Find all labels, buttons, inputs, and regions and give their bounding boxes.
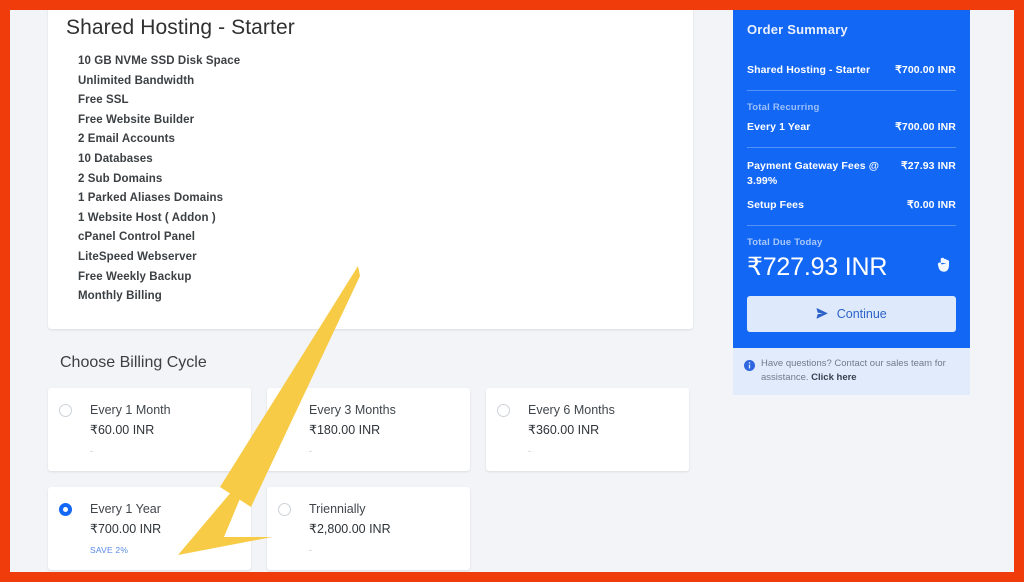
option-label: Every 1 Year bbox=[90, 501, 161, 516]
recurring-label: Every 1 Year bbox=[747, 121, 811, 133]
summary-item-label: Shared Hosting - Starter bbox=[747, 64, 871, 76]
fees-block: Payment Gateway Fees @ 3.99% ₹27.93 INR … bbox=[747, 159, 956, 213]
option-label: Every 3 Months bbox=[309, 402, 396, 417]
feature-item: 1 Website Host ( Addon ) bbox=[78, 211, 216, 224]
recurring-value: ₹700.00 INR bbox=[895, 121, 956, 133]
option-note: - bbox=[528, 445, 531, 456]
order-summary-panel: Order Summary Shared Hosting - Starter ₹… bbox=[733, 10, 970, 395]
option-label: Every 1 Month bbox=[90, 402, 171, 417]
billing-option-every-1-year[interactable]: Every 1 Year ₹700.00 INR SAVE 2% bbox=[48, 486, 251, 570]
total-recurring-label: Total Recurring bbox=[747, 102, 820, 113]
help-link[interactable]: Click here bbox=[811, 372, 856, 383]
left-column: Shared Hosting - Starter 10 GB NVMe SSD … bbox=[48, 10, 693, 570]
summary-fee-row: Setup Fees ₹0.00 INR bbox=[747, 198, 956, 213]
billing-option-every-1-month[interactable]: Every 1 Month ₹60.00 INR - bbox=[48, 387, 251, 471]
sales-help-text: Have questions? Contact our sales team f… bbox=[761, 357, 958, 385]
summary-line-item: Shared Hosting - Starter ₹700.00 INR bbox=[747, 63, 956, 78]
feature-item: 10 GB NVMe SSD Disk Space bbox=[78, 55, 241, 67]
feature-item: 1 Parked Aliases Domains bbox=[78, 192, 224, 205]
fee-label: Setup Fees bbox=[747, 199, 805, 211]
feature-item: Free Website Builder bbox=[78, 113, 195, 126]
option-save-badge: SAVE 2% bbox=[90, 544, 129, 555]
continue-button-label: Continue bbox=[836, 307, 887, 321]
red-annotation-frame: Shared Hosting - Starter 10 GB NVMe SSD … bbox=[0, 0, 1024, 582]
divider bbox=[747, 90, 956, 91]
plan-details-card: Shared Hosting - Starter 10 GB NVMe SSD … bbox=[48, 10, 693, 329]
feature-item: 10 Databases bbox=[78, 152, 153, 165]
fee-value: ₹27.93 INR bbox=[901, 160, 956, 172]
fee-label: Payment Gateway Fees @ 3.99% bbox=[747, 160, 880, 187]
option-price: ₹700.00 INR bbox=[90, 521, 162, 536]
billing-option-triennially[interactable]: Triennially ₹2,800.00 INR - bbox=[267, 486, 470, 570]
total-due-today-amount: ₹727.93 INR bbox=[747, 253, 888, 281]
radio-icon[interactable] bbox=[278, 403, 291, 417]
feature-item: Free Weekly Backup bbox=[78, 270, 192, 283]
send-arrow-icon bbox=[816, 307, 831, 321]
total-due-today-label: Total Due Today bbox=[747, 237, 823, 248]
billing-cycle-heading: Choose Billing Cycle bbox=[60, 353, 207, 371]
total-due-today-row: ₹727.93 INR bbox=[747, 252, 956, 282]
feature-item: cPanel Control Panel bbox=[78, 231, 196, 244]
feature-item: Monthly Billing bbox=[78, 290, 162, 303]
feature-item: Free SSL bbox=[78, 94, 129, 107]
radio-icon[interactable] bbox=[278, 502, 291, 516]
radio-icon[interactable] bbox=[497, 403, 510, 417]
option-label: Triennially bbox=[309, 501, 366, 516]
billing-option-every-3-months[interactable]: Every 3 Months ₹180.00 INR - bbox=[267, 387, 470, 471]
plan-title: Shared Hosting - Starter bbox=[66, 16, 295, 39]
mouse-cursor-icon bbox=[937, 257, 950, 278]
order-page: Shared Hosting - Starter 10 GB NVMe SSD … bbox=[10, 10, 1014, 572]
feature-item: 2 Email Accounts bbox=[78, 133, 176, 146]
continue-button[interactable]: Continue bbox=[747, 296, 956, 332]
summary-item-value: ₹700.00 INR bbox=[895, 64, 956, 76]
summary-fee-row: Payment Gateway Fees @ 3.99% ₹27.93 INR bbox=[747, 159, 956, 189]
sales-help-box[interactable]: Have questions? Contact our sales team f… bbox=[733, 348, 970, 395]
summary-recurring-row: Every 1 Year ₹700.00 INR bbox=[747, 120, 956, 135]
option-price: ₹360.00 INR bbox=[528, 422, 600, 437]
feature-item: 2 Sub Domains bbox=[78, 172, 163, 185]
option-price: ₹2,800.00 INR bbox=[309, 521, 391, 536]
billing-cycle-options: Every 1 Month ₹60.00 INR - Every 3 Month… bbox=[48, 387, 693, 570]
option-note: - bbox=[309, 544, 312, 555]
option-note: - bbox=[90, 445, 93, 456]
radio-icon[interactable] bbox=[59, 403, 72, 417]
info-icon bbox=[744, 358, 755, 376]
billing-option-every-6-months[interactable]: Every 6 Months ₹360.00 INR - bbox=[486, 387, 689, 471]
option-label: Every 6 Months bbox=[528, 402, 615, 417]
option-note: - bbox=[309, 445, 312, 456]
order-summary-card: Order Summary Shared Hosting - Starter ₹… bbox=[733, 10, 970, 348]
feature-item: LiteSpeed Webserver bbox=[78, 250, 197, 263]
feature-item: Unlimited Bandwidth bbox=[78, 74, 195, 87]
order-summary-title: Order Summary bbox=[747, 22, 848, 37]
divider bbox=[747, 225, 956, 226]
option-price: ₹180.00 INR bbox=[309, 422, 381, 437]
radio-icon-selected[interactable] bbox=[59, 502, 72, 516]
option-price: ₹60.00 INR bbox=[90, 422, 155, 437]
plan-feature-list: 10 GB NVMe SSD Disk Space Unlimited Band… bbox=[66, 52, 675, 307]
divider bbox=[747, 147, 956, 148]
fee-value: ₹0.00 INR bbox=[906, 199, 956, 211]
